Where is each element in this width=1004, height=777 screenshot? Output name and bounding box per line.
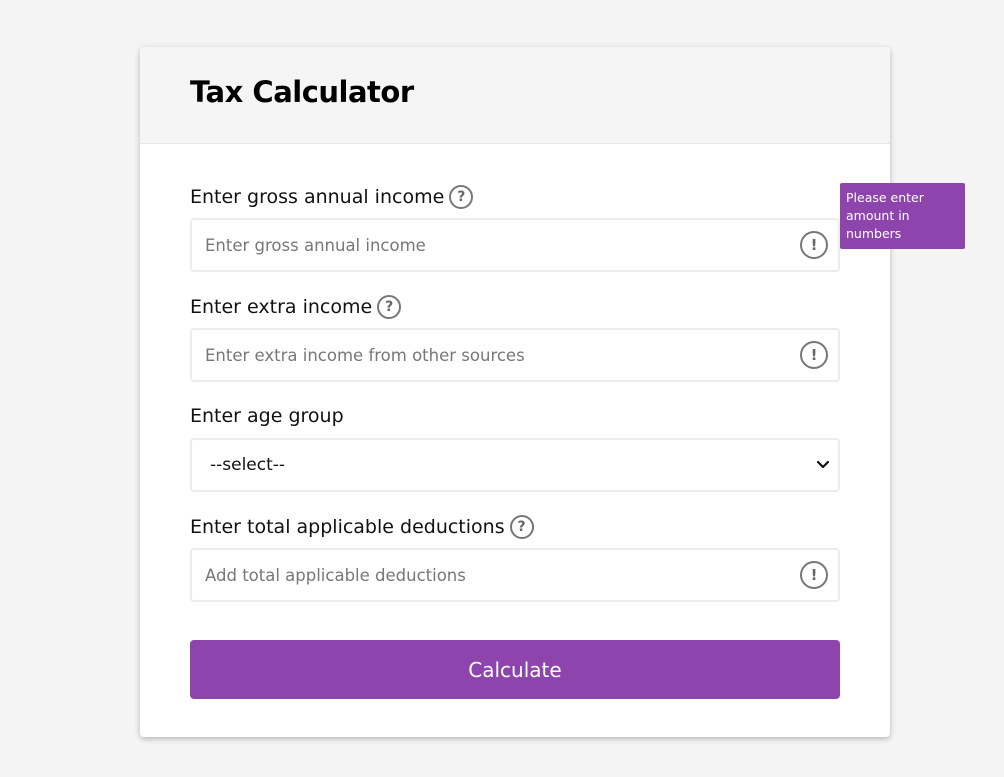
deductions-input[interactable] (192, 550, 765, 600)
extra-income-label: Enter extra income ? (190, 295, 402, 319)
age-group-label: Enter age group (190, 405, 344, 427)
age-group-select[interactable]: --select-- (190, 438, 840, 492)
extra-income-help-icon[interactable]: ? (377, 295, 402, 319)
extra-income-input[interactable] (192, 330, 765, 380)
extra-income-field: ! (190, 328, 840, 382)
deductions-label: Enter total applicable deductions ? (190, 515, 534, 539)
chevron-down-icon (816, 460, 830, 469)
age-group-label-text: Enter age group (190, 405, 344, 427)
gross-income-field: ! (190, 218, 840, 272)
extra-income-label-text: Enter extra income (190, 296, 373, 318)
card-header: Tax Calculator (140, 47, 890, 144)
gross-income-label-text: Enter gross annual income (190, 186, 445, 208)
deductions-label-text: Enter total applicable deductions (190, 516, 505, 538)
validation-tooltip: Please enter amount in numbers (840, 183, 965, 249)
tax-calculator-card: Tax Calculator Enter gross annual income… (140, 47, 890, 737)
gross-income-label: Enter gross annual income ? (190, 185, 474, 209)
page-title: Tax Calculator (190, 75, 414, 109)
deductions-help-icon[interactable]: ? (509, 515, 534, 539)
gross-income-help-icon[interactable]: ? (449, 185, 474, 209)
age-group-selected-value: --select-- (210, 455, 286, 475)
extra-income-warning-icon: ! (800, 341, 828, 369)
deductions-field: ! (190, 548, 840, 602)
calculate-button[interactable]: Calculate (190, 640, 840, 699)
gross-income-warning-icon: ! (800, 231, 828, 259)
gross-income-input[interactable] (192, 220, 765, 270)
deductions-warning-icon: ! (800, 561, 828, 589)
